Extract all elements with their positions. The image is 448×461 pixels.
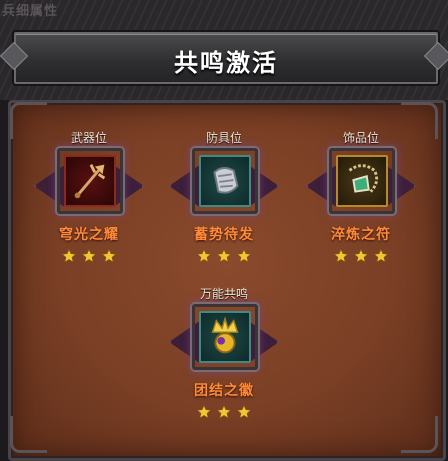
slot-label: 防具位 [205, 131, 242, 145]
star-icon [81, 248, 97, 263]
star-icon [333, 248, 349, 263]
slot-label: 武器位 [70, 131, 107, 145]
slot-armor[interactable]: 防具位 蓄势待发 [169, 131, 279, 266]
item-name: 淬炼之符 [331, 227, 391, 243]
star-icon [196, 248, 212, 263]
star-rating [34, 248, 144, 266]
star-icon [216, 248, 232, 263]
slot-accessory[interactable]: 饰品位 淬炼之符 [306, 131, 416, 266]
star-rating [169, 248, 279, 266]
crown-orb-icon [211, 316, 239, 354]
slot-universal[interactable]: 万能共鸣 团结之徽 [169, 287, 279, 422]
item-name: 蓄势待发 [194, 227, 254, 243]
trident-icon [74, 164, 106, 199]
top-tab-label[interactable]: 兵细属性 [2, 0, 58, 19]
star-rating [169, 404, 279, 422]
item-frame[interactable] [57, 148, 123, 214]
star-icon [196, 404, 212, 419]
item-frame[interactable] [192, 304, 258, 370]
star-icon [216, 404, 232, 419]
star-icon [61, 248, 77, 263]
gauntlet-icon [213, 167, 239, 194]
star-icon [353, 248, 369, 263]
star-rating [306, 248, 416, 266]
amulet-icon [348, 164, 379, 193]
star-icon [101, 248, 117, 263]
slot-label: 万能共鸣 [199, 287, 248, 301]
item-name: 团结之徽 [194, 383, 254, 399]
page-title: 共鸣激活 [174, 49, 278, 77]
title-plate: 共鸣激活 [14, 32, 438, 84]
item-frame[interactable] [329, 148, 395, 214]
star-icon [236, 248, 252, 263]
star-icon [236, 404, 252, 419]
star-icon [373, 248, 389, 263]
corner-ornament [10, 416, 47, 453]
slot-label: 饰品位 [342, 131, 379, 145]
item-name: 穹光之耀 [59, 227, 119, 243]
item-frame[interactable] [192, 148, 258, 214]
slot-weapon[interactable]: 武器位 穹光之耀 [34, 131, 144, 266]
corner-ornament [401, 416, 438, 453]
resonance-screen: 兵细属性 共鸣激活 武器位 穹光之耀 防具位 蓄势待发 饰品位 淬炼之符 万能共… [0, 0, 448, 461]
